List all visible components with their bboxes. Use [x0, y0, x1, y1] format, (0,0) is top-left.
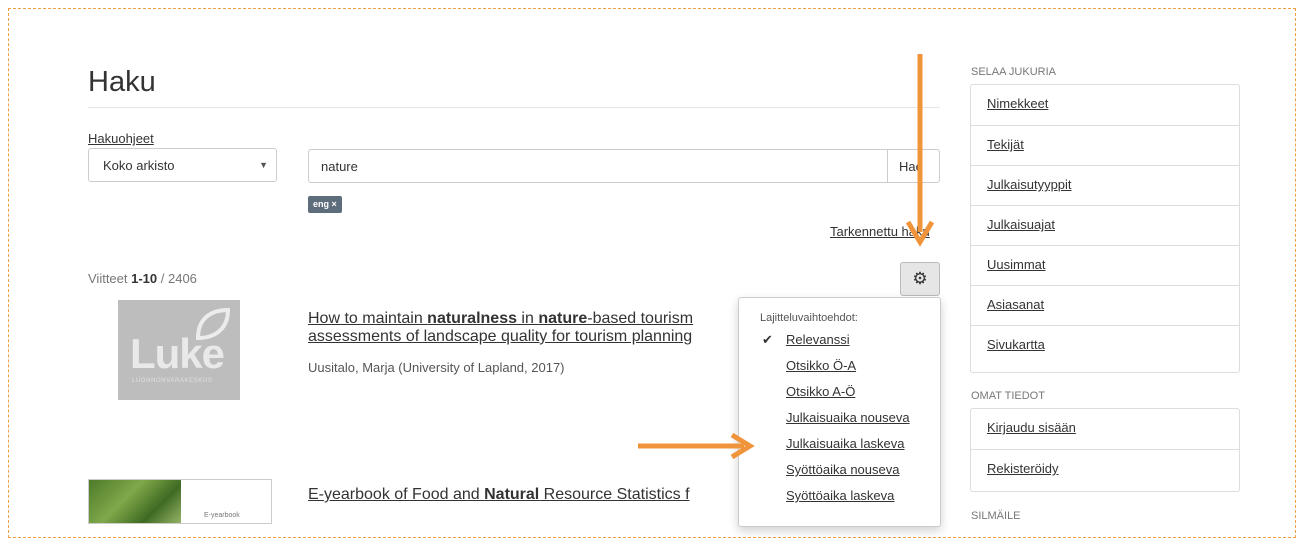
title-highlight: Natural: [484, 486, 540, 503]
result-thumbnail[interactable]: Luke LUONNONVARAKESKUS: [118, 300, 240, 400]
sort-option-title-desc[interactable]: Otsikko Ö-A: [786, 358, 856, 373]
caret-down-icon: ▼: [259, 160, 268, 170]
sidebar-item-label: Tekijät: [987, 137, 1024, 152]
results-count-prefix: Viitteet: [88, 271, 132, 286]
sidebar-account-heading: OMAT TIEDOT: [971, 390, 1045, 402]
title-text: in: [516, 310, 539, 327]
language-filter-tag[interactable]: eng ×: [308, 196, 342, 213]
title-text: -based tourism: [587, 310, 694, 327]
thumbnail-caption: E-yearbook: [204, 512, 240, 519]
arrow-icon: [905, 54, 935, 247]
sidebar-item-label: Kirjaudu sisään: [987, 420, 1076, 435]
sidebar-item-label: Uusimmat: [987, 257, 1046, 272]
result-title-link[interactable]: How to maintain naturalness in nature-ba…: [308, 310, 753, 346]
title-text: assessments of landscape quality for tou…: [308, 328, 693, 345]
sort-option-pubdate-asc[interactable]: Julkaisuaika nouseva: [786, 410, 910, 425]
sidebar-account-list: Kirjaudu sisään Rekisteröidy: [970, 408, 1240, 492]
scope-select[interactable]: Koko arkisto ▼: [88, 148, 277, 182]
sidebar-item-label: Asiasanat: [987, 297, 1045, 312]
results-count: Viitteet 1-10 / 2406: [88, 271, 197, 286]
sidebar-item-sitemap[interactable]: Sivukartta: [971, 325, 1239, 365]
sidebar-item-subjects[interactable]: Asiasanat: [971, 285, 1239, 325]
sidebar-item-authors[interactable]: Tekijät: [971, 125, 1239, 165]
result-title-link[interactable]: E-yearbook of Food and Natural Resource …: [308, 486, 743, 504]
sidebar-item-label: Sivukartta: [987, 337, 1045, 352]
sidebar-item-newest[interactable]: Uusimmat: [971, 245, 1239, 285]
sidebar-discover-heading: SILMÄILE: [971, 510, 1021, 522]
gear-icon: ⚙: [912, 269, 928, 288]
sort-option-pubdate-desc[interactable]: Julkaisuaika laskeva: [786, 436, 905, 451]
sort-menu-header: Lajitteluvaihtoehdot:: [760, 312, 858, 324]
sort-option-title-asc[interactable]: Otsikko A-Ö: [786, 384, 855, 399]
sort-option-entrydate-asc[interactable]: Syöttöaika nouseva: [786, 462, 899, 477]
sort-dropdown-menu: Lajitteluvaihtoehdot: ✔ Relevanssi Otsik…: [738, 297, 941, 527]
title-text: Resource Statistics f: [539, 486, 690, 503]
sort-options-button[interactable]: ⚙: [900, 262, 940, 296]
sidebar-item-titles[interactable]: Nimekkeet: [971, 85, 1239, 125]
thumbnail-image: [89, 480, 181, 523]
title-text: How to maintain: [308, 310, 428, 327]
thumbnail-logo: Luke: [130, 330, 225, 377]
sidebar-item-dates[interactable]: Julkaisuajat: [971, 205, 1239, 245]
sort-option-entrydate-desc[interactable]: Syöttöaika laskeva: [786, 488, 894, 503]
results-count-range: 1-10: [131, 271, 158, 286]
sidebar-item-register[interactable]: Rekisteröidy: [971, 449, 1239, 489]
sort-option-relevance[interactable]: Relevanssi: [786, 332, 850, 347]
title-divider: [88, 107, 940, 108]
result-thumbnail[interactable]: E-yearbook: [88, 479, 272, 524]
result-meta: Uusitalo, Marja (University of Lapland, …: [308, 360, 565, 375]
sidebar-item-label: Nimekkeet: [987, 96, 1049, 111]
scope-select-value: Koko arkisto: [103, 158, 175, 173]
search-help-link[interactable]: Hakuohjeet: [88, 131, 154, 146]
results-count-total: / 2406: [157, 271, 197, 286]
search-input[interactable]: nature: [308, 149, 888, 183]
sidebar-item-label: Julkaisutyyppit: [987, 177, 1072, 192]
sidebar-browse-list: Nimekkeet Tekijät Julkaisutyyppit Julkai…: [970, 84, 1240, 373]
sidebar-item-label: Rekisteröidy: [987, 461, 1059, 476]
sidebar-item-label: Julkaisuajat: [987, 217, 1055, 232]
title-text: E-yearbook of Food and: [308, 486, 485, 503]
title-highlight: nature: [538, 310, 588, 327]
title-highlight: naturalness: [427, 310, 517, 327]
thumbnail-logo-subtitle: LUONNONVARAKESKUS: [132, 378, 213, 384]
arrow-icon: [638, 432, 755, 460]
sidebar-item-login[interactable]: Kirjaudu sisään: [971, 409, 1239, 449]
sidebar-item-types[interactable]: Julkaisutyyppit: [971, 165, 1239, 205]
page-title: Haku: [88, 66, 156, 98]
check-icon: ✔: [762, 332, 773, 347]
sidebar-browse-heading: SELAA JUKURIA: [971, 66, 1056, 78]
